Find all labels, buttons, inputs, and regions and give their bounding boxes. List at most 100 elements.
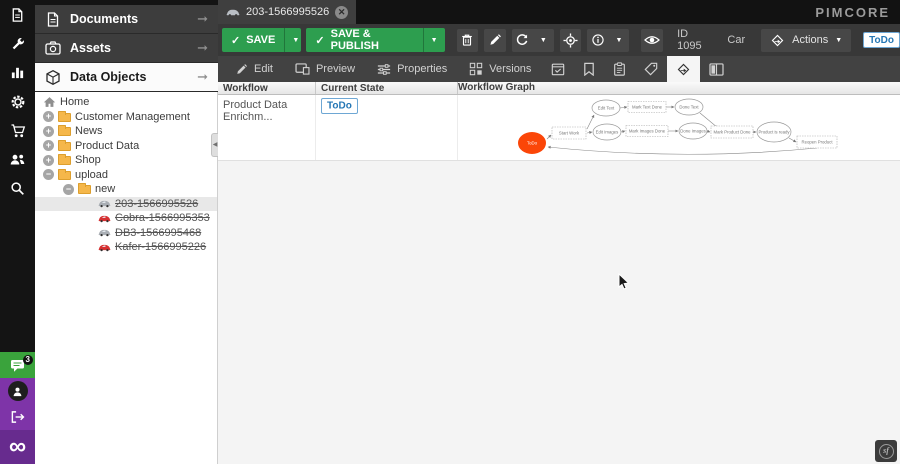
tree-item-upload[interactable]: − upload [35,168,217,183]
expand-plus-icon[interactable]: + [43,126,54,137]
accordion-data-objects[interactable]: Data Objects ➞ [35,63,218,92]
info-button[interactable]: ▼ [587,29,629,52]
chevron-down-icon: ▼ [431,37,438,44]
home-icon [43,96,56,108]
sf-logo-icon: sf [879,444,894,459]
customers-users-icon[interactable] [0,145,35,174]
tree-item-home[interactable]: Home [35,95,217,110]
workflow-edge [789,138,796,142]
workflow-actions-button[interactable]: Actions ▼ [761,29,851,52]
settings-gear-icon[interactable] [0,87,35,116]
tree-item-product-data[interactable]: +Product Data [35,139,217,154]
workflow-node-label: Product is ready [758,130,790,135]
workflow-node-label: Edit Images [596,130,619,135]
ecommerce-cart-icon[interactable] [0,116,35,145]
tree-item-label: Home [60,96,89,108]
tree-item-news[interactable]: + News [35,124,217,139]
info-dropdown-caret[interactable]: ▼ [608,29,629,52]
reload-dropdown-caret[interactable]: ▼ [533,29,554,52]
tab-schedule[interactable] [542,56,574,82]
tab-edit[interactable]: Edit [224,56,284,82]
tree-item-label: upload [75,169,108,181]
tab-preview[interactable]: Preview [284,56,366,82]
collapse-minus-icon[interactable]: − [43,169,54,180]
tree-item-label: new [95,183,115,195]
chevron-down-icon: ▼ [616,37,623,44]
save-dropdown-caret[interactable]: ▼ [284,28,301,52]
actions-label: Actions [792,34,828,46]
save-button[interactable]: ✓SAVE ▼ [222,28,301,52]
tab-app-view[interactable] [700,56,733,82]
open-preview-button[interactable] [641,29,663,52]
workflow-grid-row[interactable]: Product Data Enrichm... ToDo ToDoStart W… [218,95,900,161]
tree-item-label: News [75,125,103,137]
column-header-workflow-graph[interactable]: Workflow Graph [458,82,900,94]
rail-bottom-stack: 3 ∞ [0,352,35,464]
debug-toolbar-badge[interactable]: sf [875,440,897,462]
refresh-icon [515,33,529,47]
tab-notes[interactable] [574,56,604,82]
avatar [8,381,28,401]
user-avatar-icon[interactable] [0,378,35,404]
current-state-badge: ToDo [321,98,358,114]
expand-plus-icon[interactable]: + [43,140,54,151]
workflow-graph-cell: ToDoStart WorkEdit TextMark Text DoneDon… [458,95,900,160]
tree-item-new[interactable]: − new [35,182,217,197]
save-publish-dropdown-caret[interactable]: ▼ [423,28,445,52]
delete-button[interactable] [457,29,479,52]
search-icon[interactable] [0,174,35,203]
tab-tags[interactable] [635,56,667,82]
column-header-workflow[interactable]: Workflow [218,82,316,94]
tree-item-label: Customer Management [75,111,190,123]
folder-icon [58,113,71,122]
rename-button[interactable] [484,29,506,52]
navigation-panel: Documents ➞ Assets ➞ Data Objects ➞ Home… [35,0,218,464]
tab-versions[interactable]: Versions [458,56,542,82]
tree-item-kafer-1566995226[interactable]: Kafer-1566995226 [35,240,217,255]
reports-icon[interactable] [0,58,35,87]
bookmark-icon [583,62,595,76]
accordion-assets[interactable]: Assets ➞ [35,34,218,63]
tab-versions-label: Versions [489,63,531,75]
workflow-edge [587,132,592,133]
tree-item-shop[interactable]: +Shop [35,153,217,168]
accordion-documents[interactable]: Documents ➞ [35,5,218,34]
tree-item-cobra-1566995353[interactable]: Cobra-1566995353 [35,211,217,226]
logout-icon[interactable] [0,404,35,430]
tab-strip: 203-1566995526 ✕ PIMCORE [218,0,900,24]
target-icon [563,33,578,48]
chevron-down-icon: ▼ [835,37,842,44]
reload-button[interactable]: ▼ [512,29,554,52]
chevron-down-icon: ▼ [540,37,547,44]
info-icon [591,33,605,47]
check-icon: ✓ [315,34,324,47]
tree-item-db3-1566995468[interactable]: DB3-1566995468 [35,226,217,241]
workflow-edge [707,131,710,132]
pimcore-infinity-logo[interactable]: ∞ [0,430,35,464]
expand-plus-icon[interactable]: + [43,111,54,122]
object-tree: Home + Customer Management + News +Product Da… [35,92,218,464]
column-header-current-state[interactable]: Current State [316,82,458,94]
tab-close-icon[interactable]: ✕ [335,6,348,19]
tools-icon[interactable] [0,29,35,58]
panel-collapse-handle[interactable]: ◀ [211,133,218,157]
tab-workflow[interactable] [667,56,700,82]
tab-object-203[interactable]: 203-1566995526 ✕ [218,0,356,24]
tree-item-customer-management[interactable]: + Customer Management [35,110,217,125]
pimcore-brand-logo: PIMCORE [815,5,890,20]
workflow-edge [620,107,627,108]
tree-item-203-1566995526[interactable]: 203-1566995526 [35,197,217,212]
pencil-icon [235,63,248,76]
tab-reports[interactable] [604,56,635,82]
object-class-label: Car [727,34,745,46]
workflow-node-label: ToDo [527,141,538,146]
documents-icon[interactable] [0,0,35,29]
collapse-minus-icon[interactable]: − [63,184,74,195]
locate-in-tree-button[interactable] [560,29,582,52]
workflow-grid-header: Workflow Current State Workflow Graph [218,82,900,95]
tab-properties[interactable]: Properties [366,56,458,82]
save-publish-button[interactable]: ✓SAVE & PUBLISH ▼ [306,28,444,52]
notifications-chat-icon[interactable]: 3 [0,352,35,378]
expand-plus-icon[interactable]: + [43,155,54,166]
tab-preview-label: Preview [316,63,355,75]
